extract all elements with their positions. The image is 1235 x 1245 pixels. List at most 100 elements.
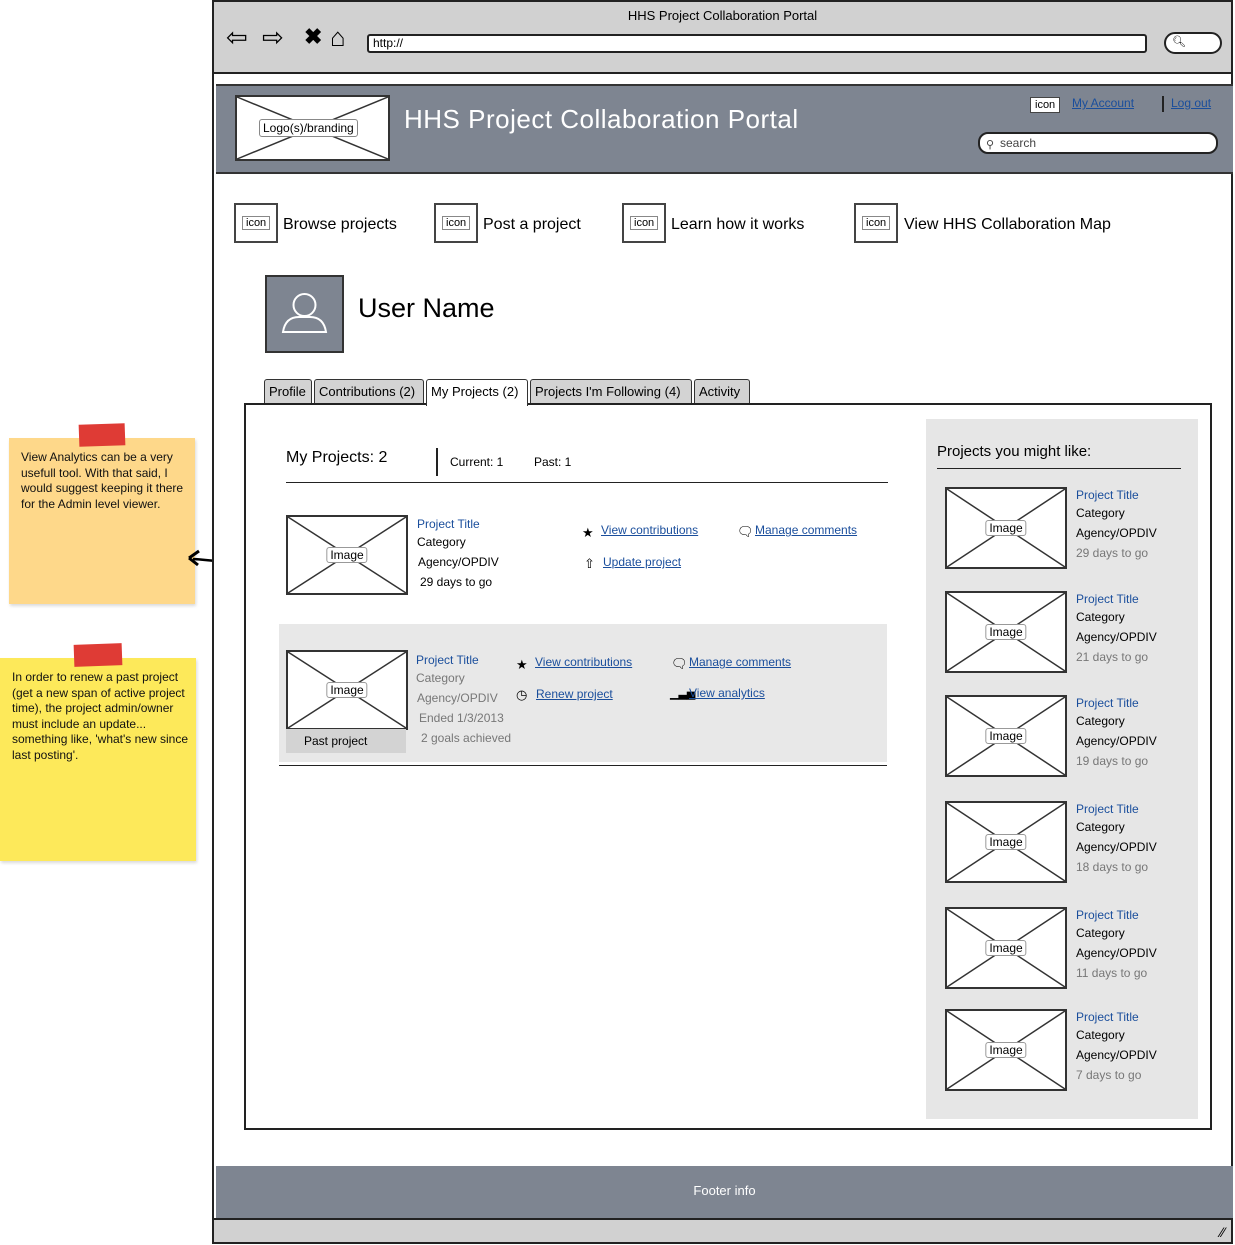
- past-project-row: Image Past project Project Title Categor…: [279, 624, 887, 762]
- user-silhouette-icon: [281, 293, 328, 333]
- suggestion-title-link[interactable]: Project Title: [1076, 905, 1139, 925]
- suggestion-image[interactable]: Image: [945, 591, 1067, 673]
- stop-x-icon[interactable]: ✖: [304, 22, 322, 52]
- home-icon[interactable]: ⌂: [330, 22, 346, 52]
- back-arrow-icon[interactable]: ⇦: [226, 22, 248, 52]
- suggestion-agency: Agency/OPDIV: [1076, 946, 1157, 960]
- suggestion-title-link[interactable]: Project Title: [1076, 589, 1139, 609]
- suggestion-image[interactable]: Image: [945, 907, 1067, 989]
- suggestion-days: 7 days to go: [1076, 1068, 1142, 1082]
- icon-label: icon: [630, 216, 659, 230]
- star-icon: ★: [582, 525, 594, 540]
- browser-search[interactable]: 🔍︎: [1164, 32, 1222, 54]
- tab-following[interactable]: Projects I'm Following (4): [530, 379, 692, 403]
- browse-icon[interactable]: icon: [234, 203, 278, 243]
- image-label: Image: [985, 520, 1027, 536]
- view-analytics-link[interactable]: View analytics: [689, 686, 765, 700]
- image-label: Image: [985, 728, 1027, 744]
- status-bar: ⁄⁄: [214, 1218, 1231, 1242]
- logo-label: Logo(s)/branding: [259, 119, 358, 137]
- suggestion-agency: Agency/OPDIV: [1076, 526, 1157, 540]
- suggestion-category: Category: [1076, 610, 1125, 624]
- image-label: Image: [985, 1042, 1027, 1058]
- tab-my-projects[interactable]: My Projects (2): [426, 379, 528, 406]
- sticky-note-analytics: View Analytics can be a very usefull too…: [9, 423, 195, 604]
- sticky-note-renew: In order to renew a past project (get a …: [0, 643, 196, 861]
- view-contributions-link[interactable]: View contributions: [535, 655, 632, 669]
- project-category: Category: [416, 671, 465, 685]
- suggestions-heading: Projects you might like:: [937, 443, 1092, 460]
- browser-window: HHS Project Collaboration Portal ⇦ ⇨ ✖ ⌂…: [212, 0, 1233, 1244]
- site-header: Logo(s)/branding HHS Project Collaborati…: [216, 84, 1233, 174]
- suggestion-title-link[interactable]: Project Title: [1076, 693, 1139, 713]
- note-tape: [78, 423, 126, 447]
- comment-icon: 🗨︎: [671, 656, 688, 671]
- image-label: Image: [326, 682, 368, 698]
- upload-arrow-icon: ⇧: [584, 556, 595, 571]
- browser-toolbar: HHS Project Collaboration Portal ⇦ ⇨ ✖ ⌂…: [214, 2, 1231, 74]
- resize-grip-icon[interactable]: ⁄⁄: [1220, 1224, 1225, 1240]
- suggestion-image[interactable]: Image: [945, 1009, 1067, 1091]
- suggestion-days: 21 days to go: [1076, 650, 1149, 664]
- image-label: Image: [985, 624, 1027, 640]
- image-label: Image: [985, 940, 1027, 956]
- browse-projects-link[interactable]: Browse projects: [283, 216, 397, 234]
- logo-placeholder: Logo(s)/branding: [235, 95, 390, 161]
- suggestion-category: Category: [1076, 714, 1125, 728]
- suggestion-days: 19 days to go: [1076, 754, 1149, 768]
- account-icon: icon: [1030, 97, 1061, 113]
- manage-comments-link[interactable]: Manage comments: [755, 523, 857, 537]
- renew-project-link[interactable]: Renew project: [536, 687, 613, 701]
- past-count: Past: 1: [534, 455, 572, 469]
- suggestion-image[interactable]: Image: [945, 801, 1067, 883]
- suggestion-category: Category: [1076, 506, 1125, 520]
- suggestion-category: Category: [1076, 1028, 1125, 1042]
- project-agency: Agency/OPDIV: [418, 555, 499, 569]
- project-title-link[interactable]: Project Title: [417, 517, 480, 531]
- suggestion-agency: Agency/OPDIV: [1076, 840, 1157, 854]
- divider: [279, 765, 887, 766]
- image-label: Image: [326, 547, 368, 563]
- footer: Footer info: [216, 1166, 1233, 1218]
- project-image[interactable]: Image: [286, 650, 408, 730]
- post-project-link[interactable]: Post a project: [483, 216, 581, 234]
- update-project-link[interactable]: Update project: [603, 555, 681, 569]
- search-icon: 🔍︎: [1172, 36, 1186, 48]
- map-icon[interactable]: icon: [854, 203, 898, 243]
- suggestion-agency: Agency/OPDIV: [1076, 630, 1157, 644]
- view-contributions-link[interactable]: View contributions: [601, 523, 698, 537]
- suggestion-image[interactable]: Image: [945, 487, 1067, 569]
- note-text: View Analytics can be a very usefull too…: [21, 450, 184, 511]
- post-icon[interactable]: icon: [434, 203, 478, 243]
- user-name: User Name: [358, 293, 495, 323]
- suggestion-image[interactable]: Image: [945, 695, 1067, 777]
- divider: [286, 482, 888, 483]
- project-title-link[interactable]: Project Title: [416, 653, 479, 667]
- note-text: In order to renew a past project (get a …: [12, 670, 188, 762]
- search-input[interactable]: ⚲ search: [978, 132, 1218, 154]
- learn-icon[interactable]: icon: [622, 203, 666, 243]
- url-bar[interactable]: http://: [367, 34, 1147, 53]
- log-out-link[interactable]: Log out: [1171, 96, 1211, 110]
- suggestion-category: Category: [1076, 926, 1125, 940]
- suggestion-days: 18 days to go: [1076, 860, 1149, 874]
- collaboration-map-link[interactable]: View HHS Collaboration Map: [904, 216, 1111, 234]
- suggestion-title-link[interactable]: Project Title: [1076, 799, 1139, 819]
- manage-comments-link[interactable]: Manage comments: [689, 655, 791, 669]
- icon-label: icon: [242, 216, 271, 230]
- tab-profile[interactable]: Profile: [264, 379, 312, 403]
- suggestion-title-link[interactable]: Project Title: [1076, 1007, 1139, 1027]
- current-count: Current: 1: [450, 455, 504, 469]
- comment-icon: 🗨︎: [737, 524, 754, 539]
- divider: [937, 468, 1181, 469]
- project-image[interactable]: Image: [286, 515, 408, 595]
- my-account-link[interactable]: My Account: [1072, 96, 1134, 110]
- learn-how-link[interactable]: Learn how it works: [671, 216, 804, 234]
- suggestion-title-link[interactable]: Project Title: [1076, 485, 1139, 505]
- search-icon: ⚲: [986, 139, 995, 151]
- tab-activity[interactable]: Activity: [694, 379, 750, 403]
- site-title: HHS Project Collaboration Portal: [404, 104, 799, 134]
- forward-arrow-icon[interactable]: ⇨: [262, 22, 284, 52]
- icon-label: icon: [862, 216, 891, 230]
- tab-contributions[interactable]: Contributions (2): [314, 379, 424, 403]
